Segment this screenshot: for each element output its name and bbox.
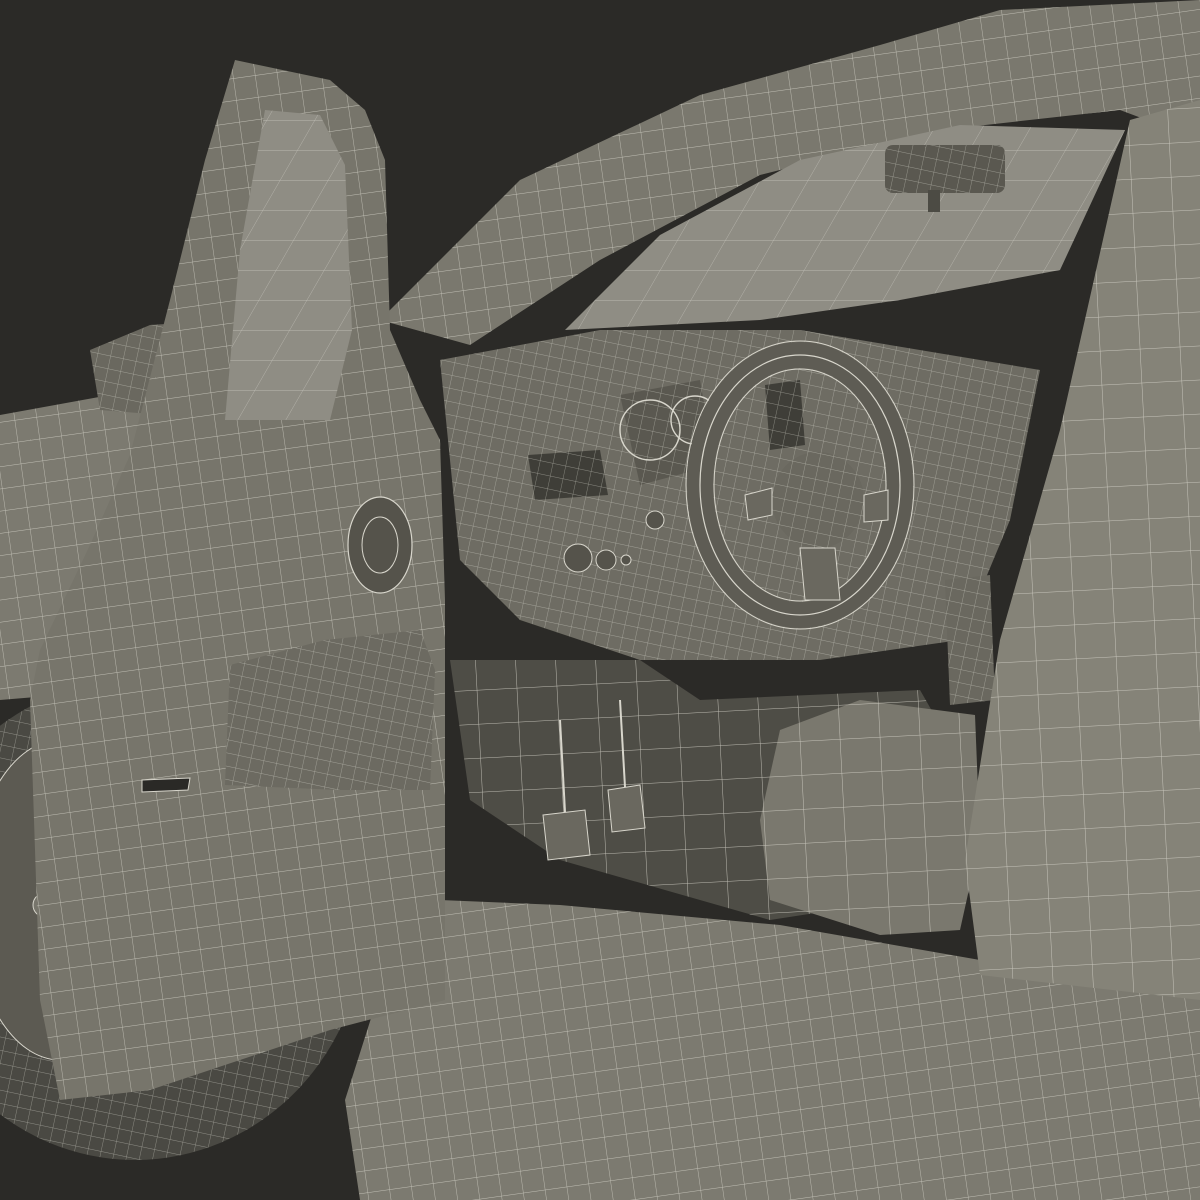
door-speaker [347, 496, 413, 594]
car-wireframe-render [0, 0, 1200, 1200]
door-latch [141, 777, 191, 793]
air-vent-center [765, 380, 805, 450]
air-vent-left [528, 450, 608, 500]
